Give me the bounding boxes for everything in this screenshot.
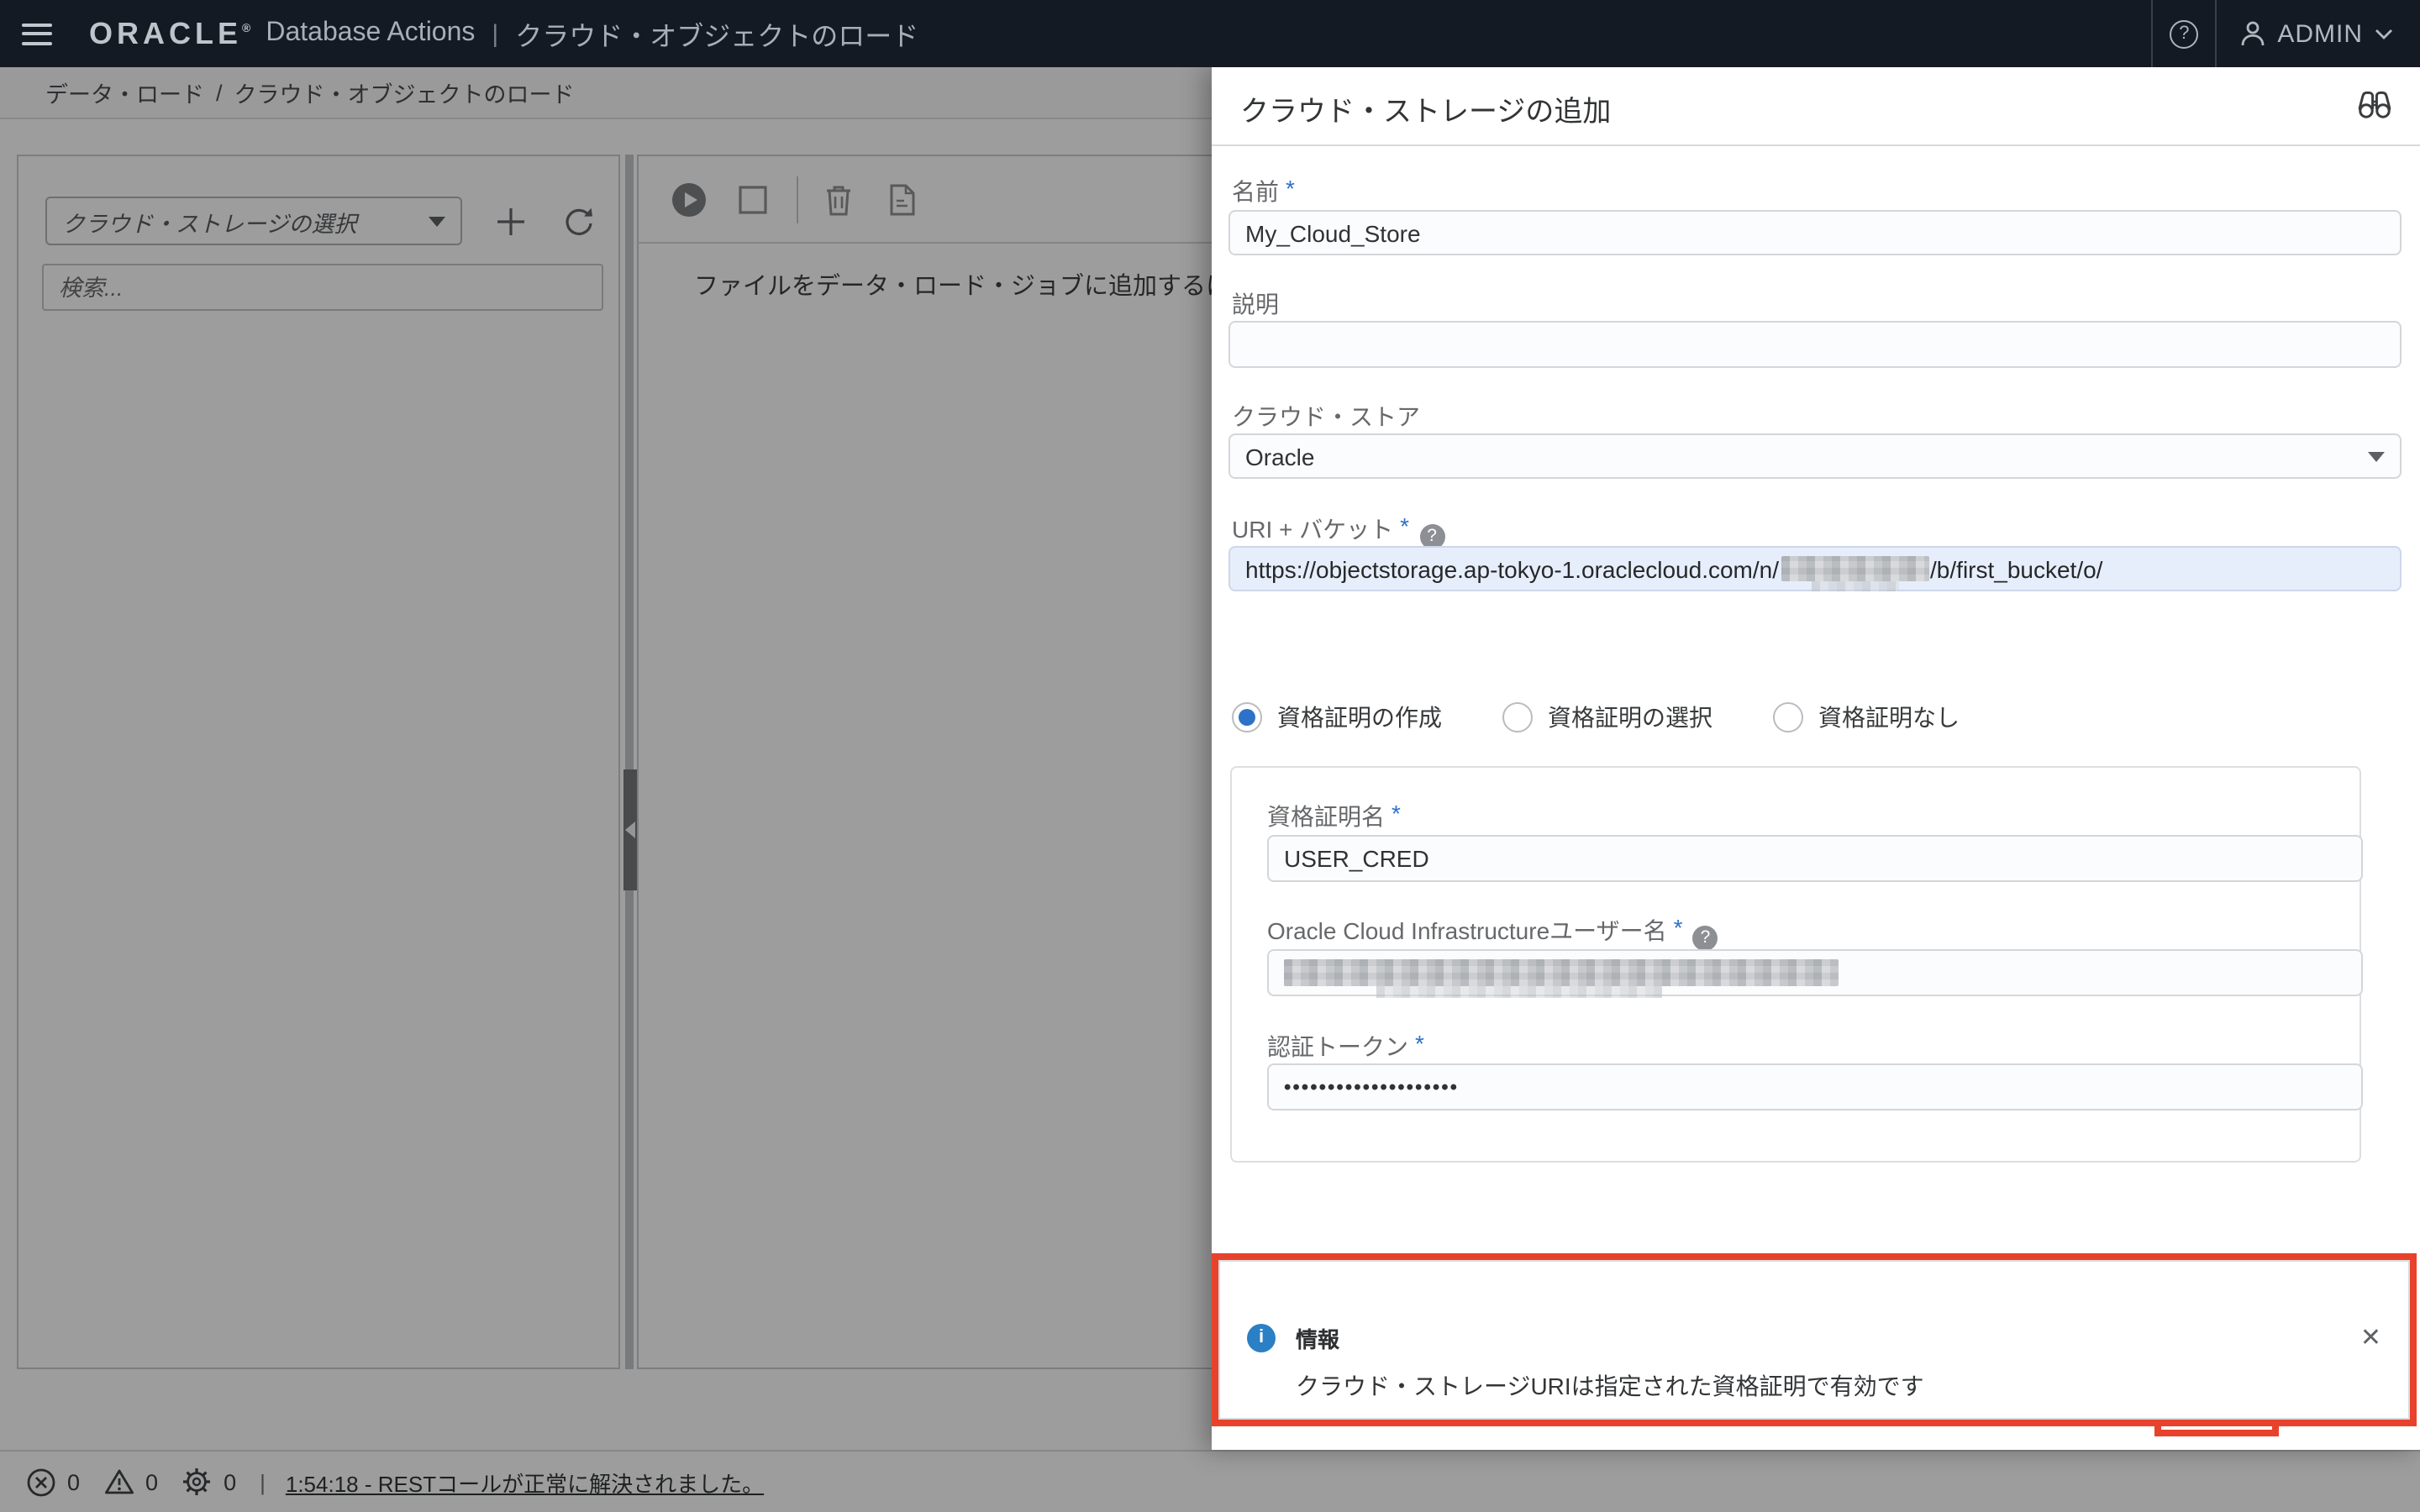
errors-count: 0 bbox=[67, 1469, 80, 1494]
oci-username-label: Oracle Cloud Infrastructureユーザー名*? bbox=[1267, 914, 1718, 948]
hamburger-menu-icon[interactable] bbox=[22, 23, 52, 45]
errors-counter[interactable]: 0 bbox=[27, 1467, 80, 1496]
toolbar-divider bbox=[797, 176, 798, 223]
help-circle-icon: ? bbox=[2170, 19, 2198, 48]
trash-icon bbox=[823, 182, 854, 216]
cloud-storage-panel: クラウド・ストレージの選択 bbox=[17, 155, 620, 1369]
header-right: ? ADMIN bbox=[2151, 0, 2420, 67]
run-button[interactable] bbox=[669, 179, 709, 219]
cloud-storage-select[interactable]: クラウド・ストレージの選択 bbox=[45, 197, 462, 245]
required-asterisk: * bbox=[1286, 175, 1295, 202]
redacted-username bbox=[1284, 959, 1839, 986]
cloud-store-value: Oracle bbox=[1245, 443, 2368, 470]
header-separator: | bbox=[492, 19, 498, 48]
empty-state-hint: ファイルをデータ・ロード・ジョブに追加するには bbox=[694, 267, 1255, 302]
gear-icon bbox=[182, 1467, 212, 1497]
workspace: データ・ロード / クラウド・オブジェクトのロード クラウド・ストレージの選択 bbox=[0, 67, 2420, 1512]
panel-splitter bbox=[625, 155, 634, 1369]
info-title: 情報 bbox=[1296, 1322, 1339, 1354]
uri-bucket-input[interactable]: https://objectstorage.ap-tokyo-1.oraclec… bbox=[1228, 546, 2402, 591]
oracle-logo: ORACLE® bbox=[89, 16, 250, 51]
credential-name-input[interactable] bbox=[1267, 835, 2363, 882]
dialog-header: クラウド・ストレージの追加 bbox=[1212, 67, 2420, 146]
refresh-button[interactable] bbox=[560, 202, 597, 239]
plus-icon bbox=[496, 206, 526, 236]
credential-fieldset: 資格証明名* Oracle Cloud Infrastructureユーザー名*… bbox=[1230, 766, 2361, 1163]
stop-icon bbox=[738, 184, 768, 214]
credential-mode-radio-group: 資格証明の作成 資格証明の選択 資格証明なし bbox=[1232, 701, 2020, 734]
annotation-info-box: i 情報 ✕ クラウド・ストレージURIは指定された資格証明で有効です bbox=[1212, 1253, 2417, 1426]
page-title: クラウド・オブジェクトのロード bbox=[515, 13, 918, 54]
required-asterisk: * bbox=[1674, 914, 1683, 941]
warnings-count: 0 bbox=[145, 1469, 158, 1494]
radio-create-credential[interactable]: 資格証明の作成 bbox=[1232, 701, 1442, 734]
breadcrumb-data-load-link[interactable]: データ・ロード bbox=[45, 76, 204, 109]
description-label: 説明 bbox=[1232, 287, 1279, 321]
required-asterisk: * bbox=[1415, 1030, 1424, 1057]
redacted-namespace bbox=[1781, 556, 1928, 581]
app-header: ORACLE® Database Actions | クラウド・オブジェクトのロ… bbox=[0, 0, 2420, 67]
processes-counter[interactable]: 0 bbox=[182, 1467, 236, 1497]
user-menu[interactable]: ADMIN bbox=[2217, 19, 2420, 48]
collapse-left-icon bbox=[625, 822, 635, 838]
cloud-store-select[interactable]: Oracle bbox=[1228, 433, 2402, 479]
dialog-title: クラウド・ストレージの追加 bbox=[1240, 87, 1611, 129]
credential-name-label: 資格証明名* bbox=[1267, 800, 1401, 833]
uri-suffix: /b/first_bucket/o/ bbox=[1930, 555, 2102, 582]
description-input[interactable] bbox=[1228, 321, 2402, 368]
breadcrumb-separator: / bbox=[216, 80, 223, 105]
warnings-counter[interactable]: 0 bbox=[103, 1468, 158, 1495]
radio-selected-icon bbox=[1232, 702, 1262, 732]
auth-token-input[interactable] bbox=[1267, 1063, 2363, 1110]
user-name: ADMIN bbox=[2277, 19, 2363, 48]
uri-prefix: https://objectstorage.ap-tokyo-1.oraclec… bbox=[1245, 555, 1779, 582]
user-icon bbox=[2240, 20, 2265, 47]
radio-no-credential[interactable]: 資格証明なし bbox=[1773, 701, 1960, 734]
select-caret-icon bbox=[2368, 451, 2385, 461]
status-message-link[interactable]: 1:54:18 - RESTコールが正常に解決されました。 bbox=[286, 1466, 764, 1498]
processes-count: 0 bbox=[224, 1469, 236, 1494]
radio-unselected-icon bbox=[1773, 702, 1803, 732]
binoculars-icon[interactable] bbox=[2356, 89, 2393, 123]
auth-token-label: 認証トークン* bbox=[1267, 1030, 1424, 1063]
document-icon bbox=[889, 182, 916, 216]
name-label: 名前* bbox=[1232, 175, 1295, 208]
breadcrumb-current[interactable]: クラウド・オブジェクトのロード bbox=[234, 76, 575, 109]
stop-button[interactable] bbox=[733, 179, 773, 219]
error-circle-icon bbox=[27, 1467, 55, 1496]
required-asterisk: * bbox=[1392, 800, 1401, 827]
screen: ORACLE® Database Actions | クラウド・オブジェクトのロ… bbox=[0, 0, 2420, 1512]
chevron-down-icon bbox=[2375, 28, 2393, 39]
oci-username-input[interactable] bbox=[1267, 949, 2363, 996]
refresh-icon bbox=[562, 205, 594, 237]
name-input[interactable] bbox=[1228, 210, 2402, 255]
uri-bucket-label: URI + バケット*? bbox=[1232, 512, 1444, 546]
info-icon: i bbox=[1247, 1324, 1276, 1352]
add-cloud-storage-button[interactable] bbox=[492, 202, 529, 239]
warning-triangle-icon bbox=[103, 1468, 134, 1495]
select-caret-icon bbox=[429, 216, 445, 226]
status-divider: | bbox=[260, 1469, 266, 1494]
info-message: クラウド・ストレージURIは指定された資格証明で有効です bbox=[1296, 1369, 2381, 1403]
oci-username-help-icon[interactable]: ? bbox=[1693, 926, 1718, 951]
search-input[interactable] bbox=[42, 264, 603, 311]
close-icon[interactable]: ✕ bbox=[2360, 1326, 2381, 1351]
cloud-store-label: クラウド・ストア bbox=[1232, 400, 1420, 433]
sql-log-button[interactable] bbox=[882, 179, 923, 219]
radio-select-credential[interactable]: 資格証明の選択 bbox=[1502, 701, 1712, 734]
header-help-button[interactable]: ? bbox=[2153, 0, 2215, 67]
required-asterisk: * bbox=[1400, 512, 1409, 539]
info-banner: i 情報 ✕ クラウド・ストレージURIは指定された資格証明で有効です bbox=[1218, 1260, 2410, 1420]
radio-unselected-icon bbox=[1502, 702, 1533, 732]
add-cloud-storage-dialog: クラウド・ストレージの追加 名前* 説明 bbox=[1212, 67, 2420, 1450]
cloud-storage-select-placeholder: クラウド・ストレージの選択 bbox=[62, 204, 429, 238]
status-bar: 0 0 0 | 1:54:18 - RESTコールが正常に解決されました。 bbox=[0, 1450, 2420, 1512]
delete-button[interactable] bbox=[818, 179, 859, 219]
splitter-collapse-handle[interactable] bbox=[623, 769, 637, 890]
play-icon bbox=[671, 181, 708, 218]
product-name: Database Actions bbox=[266, 18, 475, 49]
